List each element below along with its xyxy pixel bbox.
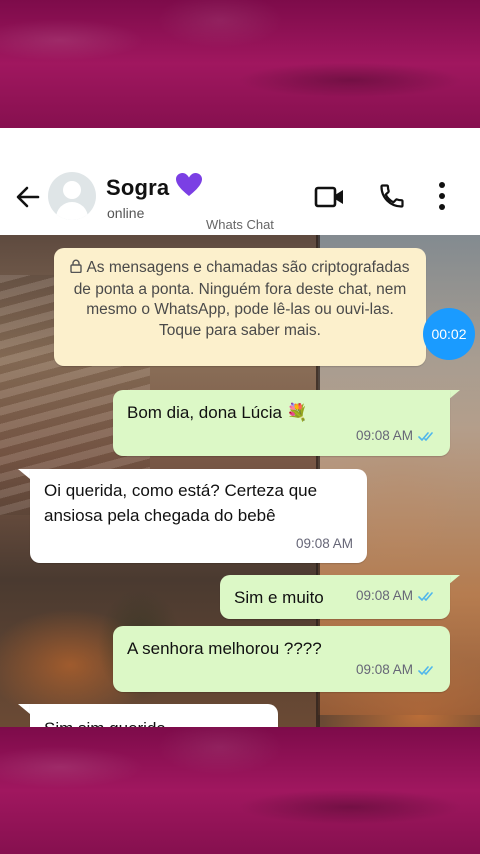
arrow-left-icon [16,186,40,208]
message-outgoing[interactable]: Sim e muito 09:08 AM [220,575,450,619]
message-time: 09:08 AM [356,583,436,610]
contact-name-row[interactable]: Sogra [106,172,203,204]
message-text: Sim sim querida [44,716,166,727]
chat-area[interactable]: As mensagens e chamadas são criptografad… [0,235,480,727]
menu-button[interactable] [432,180,452,212]
message-time: 09:08 AM [295,536,353,551]
lock-icon [70,259,83,280]
video-call-button[interactable] [314,184,346,210]
purple-heart-icon [175,172,203,204]
contact-name: Sogra [106,175,170,200]
back-button[interactable] [14,183,42,211]
bubble-tail [18,704,30,714]
message-text: Bom dia, dona Lúcia 💐 [127,403,308,422]
message-time: 09:08 AM [356,657,436,684]
message-incoming[interactable]: Sim sim querida [30,704,278,727]
chat-header: Sogra online Whats Chat [0,128,480,235]
double-check-icon [418,425,436,450]
recording-timer: 00:02 [423,308,475,360]
message-outgoing[interactable]: A senhora melhorou ???? 09:08 AM [113,626,450,692]
contact-status: online [107,205,145,221]
message-text: A senhora melhorou ???? [127,639,322,658]
top-magenta-frame [0,0,480,128]
more-vertical-icon [439,182,445,210]
bottom-magenta-frame [0,727,480,854]
watermark-text: Whats Chat [206,217,274,232]
avatar[interactable] [48,172,96,220]
message-text: Sim e muito [234,588,324,607]
bubble-tail [18,469,30,479]
video-camera-icon [314,186,343,208]
phone-icon [380,184,404,208]
message-text: Oi querida, como está? Certeza que ansio… [44,481,318,525]
message-outgoing[interactable]: Bom dia, dona Lúcia 💐 09:08 AM [113,390,450,456]
encryption-notice[interactable]: As mensagens e chamadas são criptografad… [54,248,426,366]
double-check-icon [418,585,436,610]
double-check-icon [418,659,436,684]
voice-call-button[interactable] [378,182,406,210]
message-incoming[interactable]: Oi querida, como está? Certeza que ansio… [30,469,367,563]
encryption-notice-text: As mensagens e chamadas são criptografad… [73,259,410,339]
message-time: 09:08 AM [356,423,436,450]
